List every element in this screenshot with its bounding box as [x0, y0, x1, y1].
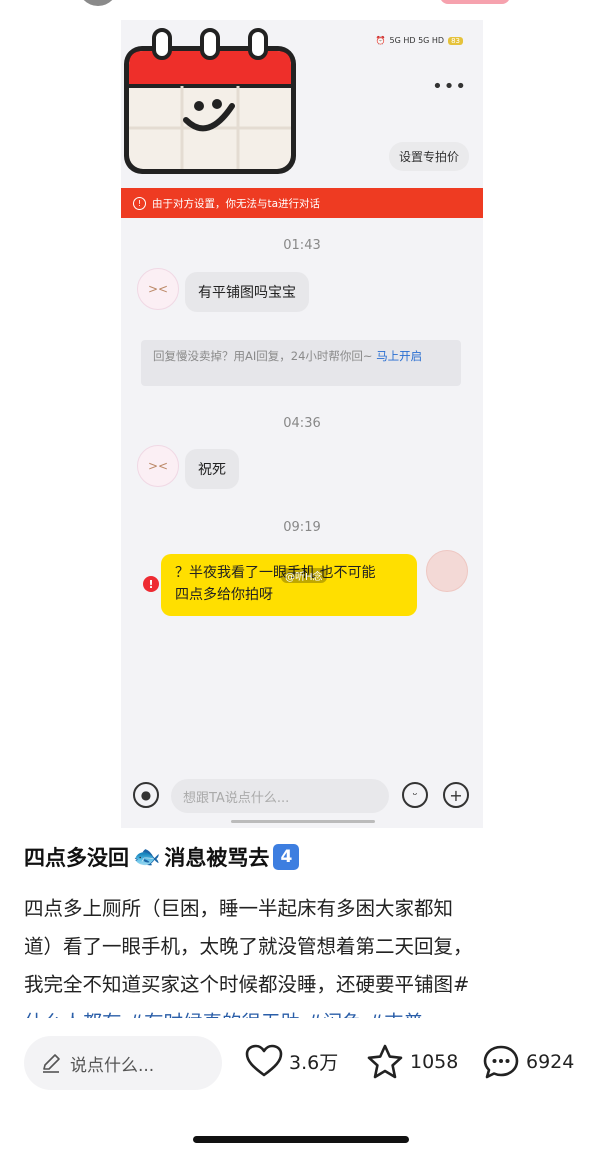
alert-icon: ! [133, 196, 146, 210]
post-body: 四点多上厕所（巨困，睡一半起床有多困大家都知 道）看了一眼手机，太晚了就没管想着… [24, 890, 579, 1018]
message-timestamp: 04:36 [283, 416, 321, 431]
fish-emoji-icon: 🐟 [133, 844, 161, 870]
author-avatar-cropped [78, 0, 118, 6]
post-hashtags[interactable]: 什么人都有 #有时候真的很无助 #闲鱼 #吉普 [24, 1004, 579, 1018]
comment-placeholder: 说点什么... [70, 1055, 155, 1076]
ai-tip-enable-link[interactable]: 马上开启 [376, 349, 422, 363]
chat-input-bar: ● 想跟TA说点什么... ᵕ + [121, 772, 483, 818]
post-body-text: 我完全不知道买家这个时候都没睡，还硬要平铺图# [24, 973, 470, 996]
message-timestamp: 09:19 [283, 520, 321, 535]
comments-button[interactable]: 6924 [482, 1044, 574, 1080]
buyer-message: 祝死 [185, 449, 239, 489]
post-title: 四点多没回 🐟 消息被骂去 4 [24, 842, 300, 872]
blocked-banner: ! 由于对方设置，你无法与ta进行对话 [121, 188, 483, 218]
ai-tip-text: 回复慢没卖掉？用AI回复，24小时帮你回~ [153, 349, 377, 363]
my-avatar[interactable] [426, 550, 468, 592]
blocked-banner-text: 由于对方设置，你无法与ta进行对话 [152, 197, 321, 210]
comment-bubble-icon [483, 1045, 519, 1079]
chat-input-field[interactable]: 想跟TA说点什么... [171, 779, 389, 813]
battery-level: 83 [448, 36, 463, 45]
post-title-text: 四点多没回 [24, 846, 129, 870]
status-bar: ⏰ 5G HD 5G HD 83 [376, 36, 463, 45]
like-button[interactable]: 3.6万 [245, 1044, 338, 1078]
microphone-icon[interactable]: ● [133, 782, 159, 808]
send-failed-icon[interactable]: ! [143, 576, 159, 592]
number-badge: 4 [273, 844, 300, 870]
my-message-line: 四点多给你拍呀 [175, 587, 273, 603]
favorite-button[interactable]: 1058 [366, 1044, 458, 1080]
favorite-count: 1058 [410, 1051, 459, 1073]
comment-input[interactable]: 说点什么... [24, 1036, 222, 1090]
home-indicator [231, 820, 375, 823]
system-home-indicator [193, 1136, 409, 1143]
bottom-action-bar: 说点什么... 3.6万 1058 6924 [0, 1018, 603, 1156]
post-title-text: 消息被骂去 [164, 846, 270, 870]
post-body-line: 道）看了一眼手机，太晚了就没管想着第二天回复， [24, 935, 473, 958]
post-body-line: 我完全不知道买家这个时候都没睡，还硬要平铺图# [24, 966, 579, 1004]
my-message: ？半夜我看了一眼手机 也不可能 四点多给你拍呀 [161, 554, 417, 616]
buyer-avatar[interactable]: >< [137, 268, 179, 310]
like-count: 3.6万 [289, 1051, 339, 1074]
set-price-button[interactable]: 设置专拍价 [388, 142, 469, 171]
alarm-icon: ⏰ [375, 36, 386, 45]
watermark: @听H念 [281, 568, 327, 583]
post-body-line: 四点多上厕所（巨困，睡一半起床有多困大家都知 [24, 897, 454, 920]
calendar-sticker [124, 28, 296, 174]
star-icon [367, 1044, 403, 1079]
pencil-icon [43, 1054, 60, 1073]
plus-icon[interactable]: + [443, 782, 469, 808]
emoji-icon[interactable]: ᵕ [402, 782, 428, 808]
message-timestamp: 01:43 [283, 238, 321, 253]
buyer-avatar[interactable]: >< [137, 445, 179, 487]
more-options-icon[interactable]: ••• [432, 76, 467, 97]
heart-icon [245, 1044, 283, 1077]
ai-reply-tip: 回复慢没卖掉？用AI回复，24小时帮你回~ 马上开启 [141, 340, 461, 386]
follow-button-cropped[interactable] [440, 0, 510, 4]
comment-count: 6924 [526, 1051, 575, 1073]
buyer-message: 有平铺图吗宝宝 [185, 272, 309, 312]
network-indicator: 5G HD 5G HD [389, 36, 445, 45]
